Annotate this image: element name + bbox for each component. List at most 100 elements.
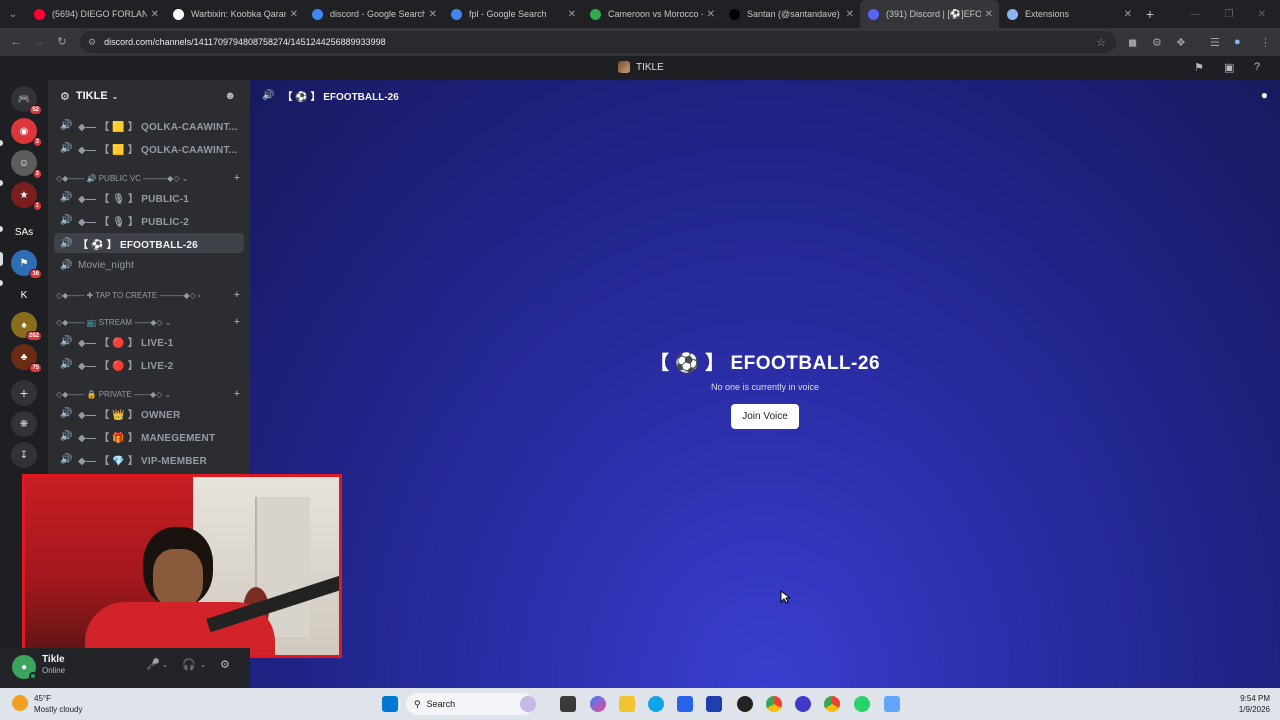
- back-icon[interactable]: ←: [4, 36, 28, 48]
- server-icon[interactable]: ☺ 3: [11, 150, 42, 179]
- copilot-widget-icon[interactable]: [520, 696, 536, 712]
- voice-channel[interactable]: 🔊 ◆— 【 💎 】 VIP-MEMBER: [54, 449, 244, 469]
- voice-channel[interactable]: 🔊 ◆— 【 🎁 】 MANEGEMENT: [54, 426, 244, 446]
- server-icon[interactable]: ★ 1: [11, 182, 42, 211]
- browser-tab[interactable]: discord - Google Search ✕: [304, 0, 443, 28]
- voice-channel[interactable]: 🔊 ◆— 【 🎙 】 PUBLIC-1: [54, 187, 244, 207]
- server-header[interactable]: ⚙ TIKLE ⌄ ☻: [48, 80, 250, 112]
- browser-tab[interactable]: Cameroon vs Morocco - I ✕: [582, 0, 721, 28]
- category-label: ◇◆—— ✚ TAP TO CREATE ———◆◇ ›: [56, 290, 201, 300]
- add-server-icon[interactable]: +: [11, 380, 37, 406]
- server-icon[interactable]: ♣ 75: [11, 344, 42, 373]
- server-icon[interactable]: 🎮 52: [11, 86, 42, 115]
- close-window-icon[interactable]: ✕: [1258, 9, 1266, 20]
- edge-icon[interactable]: [648, 696, 664, 712]
- microphone-icon[interactable]: 🎤: [146, 658, 160, 671]
- channel-category[interactable]: ◇◆—— 🔒 PRIVATE ——◆◇ ⌄ +: [56, 387, 246, 401]
- windows-taskbar: 45°F Mostly cloudy ⚲ Search 9:54 PM 1/9/…: [0, 688, 1280, 720]
- new-tab-button[interactable]: +: [1138, 6, 1162, 22]
- file-explorer-icon[interactable]: [619, 696, 635, 712]
- media-controls-icon[interactable]: ☰: [1210, 28, 1220, 56]
- tab-close-icon[interactable]: ✕: [846, 9, 854, 20]
- tab-close-icon[interactable]: ✕: [568, 9, 576, 20]
- add-channel-icon[interactable]: +: [234, 289, 240, 301]
- voice-channel[interactable]: 🔊 ◆— 【 🟨 】 QOLKA-CAAWINT...: [54, 138, 244, 158]
- bookmark-star-icon[interactable]: ☆: [1096, 36, 1106, 49]
- voice-channel[interactable]: 🔊 ◆— 【 🟨 】 QOLKA-CAAWINT...: [54, 115, 244, 135]
- chrome-icon[interactable]: [824, 696, 840, 712]
- add-channel-icon[interactable]: +: [234, 388, 240, 400]
- store-icon[interactable]: [677, 696, 693, 712]
- reload-icon[interactable]: ↻: [50, 35, 74, 48]
- server-icon[interactable]: ♠ 262: [11, 312, 42, 341]
- browser-tab[interactable]: Warbixin: Koobka Qaram… ✕: [165, 0, 304, 28]
- extensions-puzzle-icon[interactable]: ❖: [1176, 28, 1186, 56]
- chevron-down-icon[interactable]: ⌄: [162, 661, 168, 669]
- voice-channel[interactable]: 🔊 ◆— 【 🔴 】 LIVE-2: [54, 354, 244, 374]
- server-icon[interactable]: ⚑ 16: [11, 250, 42, 279]
- shield-extension-icon[interactable]: ◼: [1128, 28, 1137, 56]
- voice-channel[interactable]: 🔊 【 ⚽ 】 EFOOTBALL-26: [54, 233, 244, 253]
- browser-tab[interactable]: fpl - Google Search ✕: [443, 0, 582, 28]
- help-icon[interactable]: ?: [1254, 61, 1260, 73]
- system-clock[interactable]: 9:54 PM 1/9/2026: [1239, 693, 1270, 715]
- selected-pill: [0, 252, 3, 266]
- taskbar-search[interactable]: ⚲ Search: [406, 693, 534, 715]
- channel-category[interactable]: ◇◆—— 🔊 PUBLIC VC ———◆◇ ⌄ +: [56, 171, 246, 185]
- user-name: Tikle: [42, 654, 65, 665]
- join-voice-button[interactable]: Join Voice: [731, 404, 799, 429]
- headphones-icon[interactable]: 🎧: [182, 658, 196, 671]
- tab-close-icon[interactable]: ✕: [1124, 9, 1132, 20]
- chrome-icon[interactable]: [766, 696, 782, 712]
- channel-category[interactable]: ◇◆—— 📺 STREAM ——◆◇ ⌄ +: [56, 315, 246, 329]
- forward-icon[interactable]: →: [28, 36, 52, 48]
- address-bar[interactable]: ⚙ discord.com/channels/14117097948087582…: [80, 31, 1116, 53]
- tab-close-icon[interactable]: ✕: [985, 9, 993, 20]
- app-icon[interactable]: [795, 696, 811, 712]
- browser-tab[interactable]: (5694) DIEGO FORLAN ● ✕: [26, 0, 165, 28]
- tab-close-icon[interactable]: ✕: [429, 9, 437, 20]
- minimize-icon[interactable]: —: [1191, 9, 1201, 20]
- app-icon[interactable]: [884, 696, 900, 712]
- add-channel-icon[interactable]: +: [234, 172, 240, 184]
- mention-badge: 75: [29, 363, 42, 373]
- screen-share-icon[interactable]: ▣: [1224, 61, 1234, 74]
- server-label: ◉: [19, 125, 29, 137]
- profile-icon[interactable]: ●: [1234, 28, 1241, 56]
- voice-channel[interactable]: 🔊 Movie_night: [54, 255, 244, 275]
- tab-close-icon[interactable]: ✕: [707, 9, 715, 20]
- outlook-icon[interactable]: [706, 696, 722, 712]
- chevron-down-icon[interactable]: ⌄: [200, 661, 206, 669]
- download-icon[interactable]: ↧: [11, 442, 37, 468]
- whatsapp-icon[interactable]: [854, 696, 870, 712]
- invite-people-icon[interactable]: ☻: [224, 90, 236, 102]
- weather-widget[interactable]: 45°F Mostly cloudy: [12, 693, 82, 715]
- site-info-icon[interactable]: ⚙: [88, 37, 96, 48]
- app-icon[interactable]: [737, 696, 753, 712]
- browser-tab[interactable]: Extensions ✕: [999, 0, 1138, 28]
- channel-category[interactable]: ◇◆—— ✚ TAP TO CREATE ———◆◇ › +: [56, 288, 246, 302]
- discover-icon[interactable]: ❋: [11, 411, 37, 437]
- windows-start-icon[interactable]: [382, 696, 398, 712]
- browser-tab[interactable]: (391) Discord | [⚽]EFO ✕: [860, 0, 999, 28]
- tab-search-icon[interactable]: ⌄: [0, 0, 26, 28]
- copilot-icon[interactable]: [590, 696, 606, 712]
- tab-close-icon[interactable]: ✕: [290, 9, 298, 20]
- voice-channel[interactable]: 🔊 ◆— 【 👑 】 OWNER: [54, 403, 244, 423]
- extension-icon[interactable]: ⚙: [1152, 28, 1162, 56]
- server-icon[interactable]: K: [11, 282, 37, 308]
- voice-channel[interactable]: 🔊 ◆— 【 🔴 】 LIVE-1: [54, 331, 244, 351]
- add-channel-icon[interactable]: +: [234, 316, 240, 328]
- inbox-icon[interactable]: ⚑: [1194, 61, 1204, 74]
- maximize-icon[interactable]: ❐: [1225, 9, 1234, 20]
- task-view-icon[interactable]: [560, 696, 576, 712]
- browser-menu-icon[interactable]: ⋮: [1260, 28, 1271, 56]
- server-icon[interactable]: ◉ 3: [11, 118, 42, 147]
- voice-channel[interactable]: 🔊 ◆— 【 🎙 】 PUBLIC-2: [54, 210, 244, 230]
- chat-bubble-icon[interactable]: ●: [1261, 88, 1268, 102]
- browser-tab[interactable]: Santan (@santandave) O ✕: [721, 0, 860, 28]
- user-settings-gear-icon[interactable]: ⚙: [220, 658, 230, 671]
- server-icon[interactable]: SAs: [11, 219, 37, 245]
- user-status: Online: [42, 666, 66, 675]
- tab-close-icon[interactable]: ✕: [151, 9, 159, 20]
